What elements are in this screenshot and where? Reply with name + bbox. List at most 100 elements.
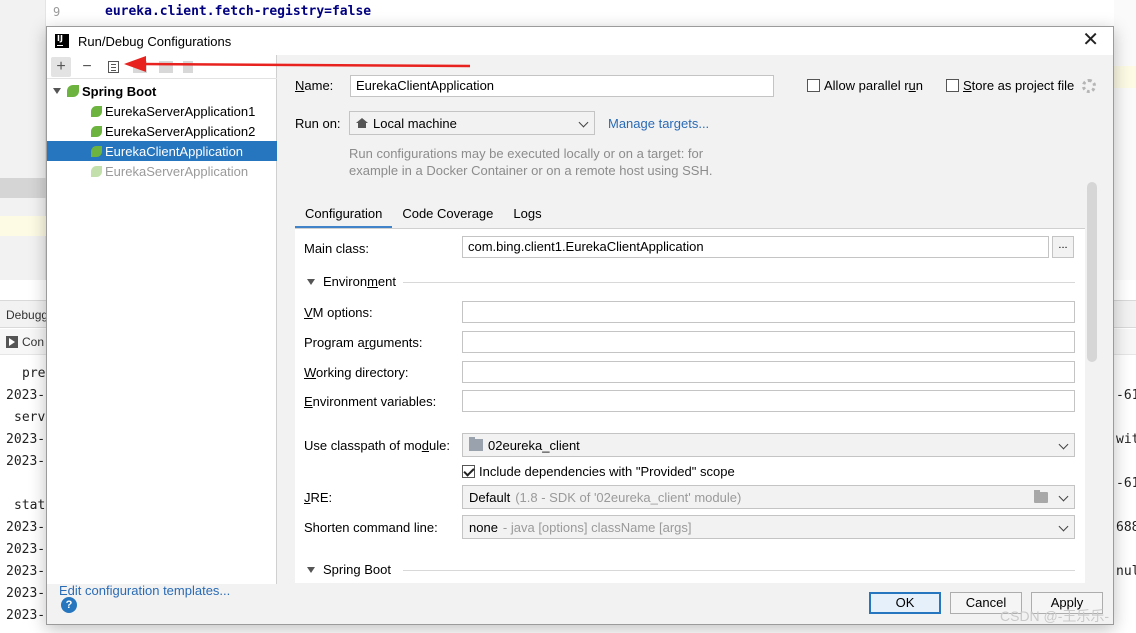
tree-item-label: EurekaServerApplication (105, 163, 249, 179)
chevron-down-icon (1058, 491, 1069, 502)
dialog-titlebar[interactable]: IJ Run/Debug Configurations ✕ (47, 27, 1113, 55)
allow-parallel-run-checkbox[interactable] (807, 79, 820, 92)
tree-toolbar: + − (47, 55, 277, 79)
section-divider (403, 282, 1075, 283)
copy-configuration-button[interactable] (103, 57, 123, 77)
shorten-command-line-select[interactable]: none - java [options] className [args] (462, 515, 1075, 539)
environment-variables-label: Environment variables: (304, 394, 437, 409)
chevron-down-icon (307, 278, 315, 285)
chevron-down-icon (578, 117, 589, 128)
tree-item-label: EurekaServerApplication2 (105, 123, 256, 139)
close-icon[interactable]: ✕ (1082, 30, 1099, 50)
shorten-command-line-label: Shorten command line: (304, 520, 438, 535)
console-icon (6, 336, 18, 348)
main-class-label: Main class: (304, 241, 370, 256)
spring-boot-section-toggle[interactable]: Spring Boot (307, 562, 391, 577)
help-icon[interactable]: ? (61, 597, 77, 613)
program-arguments-label: Program arguments: (304, 335, 423, 350)
tree-item-eureka-server-2[interactable]: EurekaServerApplication2 (47, 121, 277, 141)
spring-boot-section-label: Spring Boot (323, 562, 391, 577)
line-number: 9 (53, 5, 61, 19)
sort-configurations-icon[interactable] (183, 61, 193, 73)
log-line: 2023- (6, 608, 46, 623)
shorten-command-line-detail: - java [options] className [args] (502, 519, 692, 535)
move-into-folder-icon[interactable] (159, 61, 173, 73)
store-as-project-file-label: Store as project file (963, 78, 1075, 93)
working-directory-input[interactable] (462, 361, 1075, 383)
classpath-module-select[interactable]: 02eureka_client (462, 433, 1075, 457)
tab-code-coverage[interactable]: Code Coverage (392, 199, 503, 229)
log-line: stat (14, 498, 46, 513)
classpath-module-label: Use classpath of module: (304, 438, 450, 453)
chevron-down-icon (1058, 439, 1069, 450)
spring-boot-icon (67, 85, 79, 97)
configurations-tree-panel: + − Spring Boot EurekaServerApplication1 (47, 55, 277, 598)
console-tab[interactable]: Con (6, 335, 44, 349)
home-icon (356, 118, 368, 128)
folder-icon[interactable] (1034, 490, 1048, 503)
log-line-right: nul (1116, 564, 1136, 579)
main-class-input[interactable]: com.bing.client1.EurekaClientApplication (462, 236, 1049, 258)
jre-value: Default (469, 489, 511, 505)
manage-targets-link[interactable]: Manage targets... (608, 116, 709, 131)
log-line: 2023- (6, 520, 46, 535)
remove-configuration-button[interactable]: − (77, 57, 97, 77)
edit-configuration-templates-link[interactable]: Edit configuration templates... (59, 583, 230, 598)
add-configuration-button[interactable]: + (51, 57, 71, 77)
form-scrollbar[interactable] (1087, 182, 1097, 362)
configurations-tree: Spring Boot EurekaServerApplication1 Eur… (47, 81, 277, 181)
environment-variables-input[interactable] (462, 390, 1075, 412)
jre-label: JRE: (304, 490, 333, 505)
module-icon (469, 437, 483, 451)
classpath-module-value: 02eureka_client (488, 437, 580, 453)
jre-select[interactable]: Default (1.8 - SDK of '02eureka_client' … (462, 485, 1075, 509)
log-line: serv (14, 410, 46, 425)
jre-detail: (1.8 - SDK of '02eureka_client' module) (515, 489, 742, 505)
tree-item-eureka-server-1[interactable]: EurekaServerApplication1 (47, 101, 277, 121)
tree-group-spring-boot[interactable]: Spring Boot (47, 81, 277, 101)
gutter-highlight (0, 178, 46, 198)
run-on-value: Local machine (373, 115, 457, 131)
ok-button[interactable]: OK (869, 592, 941, 614)
log-line-right: -61\ (1116, 388, 1136, 403)
spring-boot-icon (91, 125, 102, 137)
log-line: 2023- (6, 432, 46, 447)
gear-icon[interactable] (1082, 79, 1096, 93)
tab-configuration[interactable]: Configuration (295, 199, 393, 229)
program-arguments-input[interactable] (462, 331, 1075, 353)
include-provided-deps-label: Include dependencies with "Provided" sco… (479, 464, 735, 479)
spring-boot-icon (91, 105, 102, 117)
tab-logs[interactable]: Logs (503, 199, 551, 229)
chevron-down-icon (1058, 521, 1069, 532)
tree-group-label: Spring Boot (82, 83, 157, 99)
watermark: CSDN @-王乐乐- (1000, 608, 1110, 624)
include-provided-deps-checkbox[interactable] (462, 465, 475, 478)
debug-tab[interactable]: Debugg (6, 308, 48, 322)
run-on-hint: Run configurations may be executed local… (349, 146, 713, 178)
log-line: 2023- (6, 586, 46, 601)
log-line: 2023- (6, 542, 46, 557)
code-line[interactable]: eureka.client.fetch-registry=false (105, 4, 371, 19)
run-on-label: Run on: (295, 116, 341, 131)
vm-options-label: VM options: (304, 305, 373, 320)
vm-options-input[interactable] (462, 301, 1075, 323)
editor-right-highlight (1114, 66, 1136, 88)
log-line: pre (22, 366, 46, 381)
log-line: 2023- (6, 564, 46, 579)
store-as-project-file-checkbox[interactable] (946, 79, 959, 92)
spring-boot-icon (91, 165, 102, 177)
log-line-right: 688 (1116, 520, 1136, 535)
log-line: 2023- (6, 454, 46, 469)
environment-section-toggle[interactable]: Environment (307, 274, 396, 289)
browse-main-class-button[interactable]: ... (1052, 236, 1074, 258)
tree-item-eureka-server[interactable]: EurekaServerApplication (47, 161, 277, 181)
console-tab-label: Con (22, 335, 45, 349)
name-input[interactable]: EurekaClientApplication (350, 75, 774, 97)
copy-icon (107, 61, 119, 73)
save-configuration-icon[interactable] (133, 61, 147, 73)
chevron-down-icon[interactable] (53, 88, 61, 94)
run-on-select[interactable]: Local machine (349, 111, 595, 135)
tree-item-label: EurekaServerApplication1 (105, 103, 256, 119)
intellij-app-icon: IJ (55, 34, 69, 48)
tree-item-eureka-client[interactable]: EurekaClientApplication (47, 141, 277, 161)
